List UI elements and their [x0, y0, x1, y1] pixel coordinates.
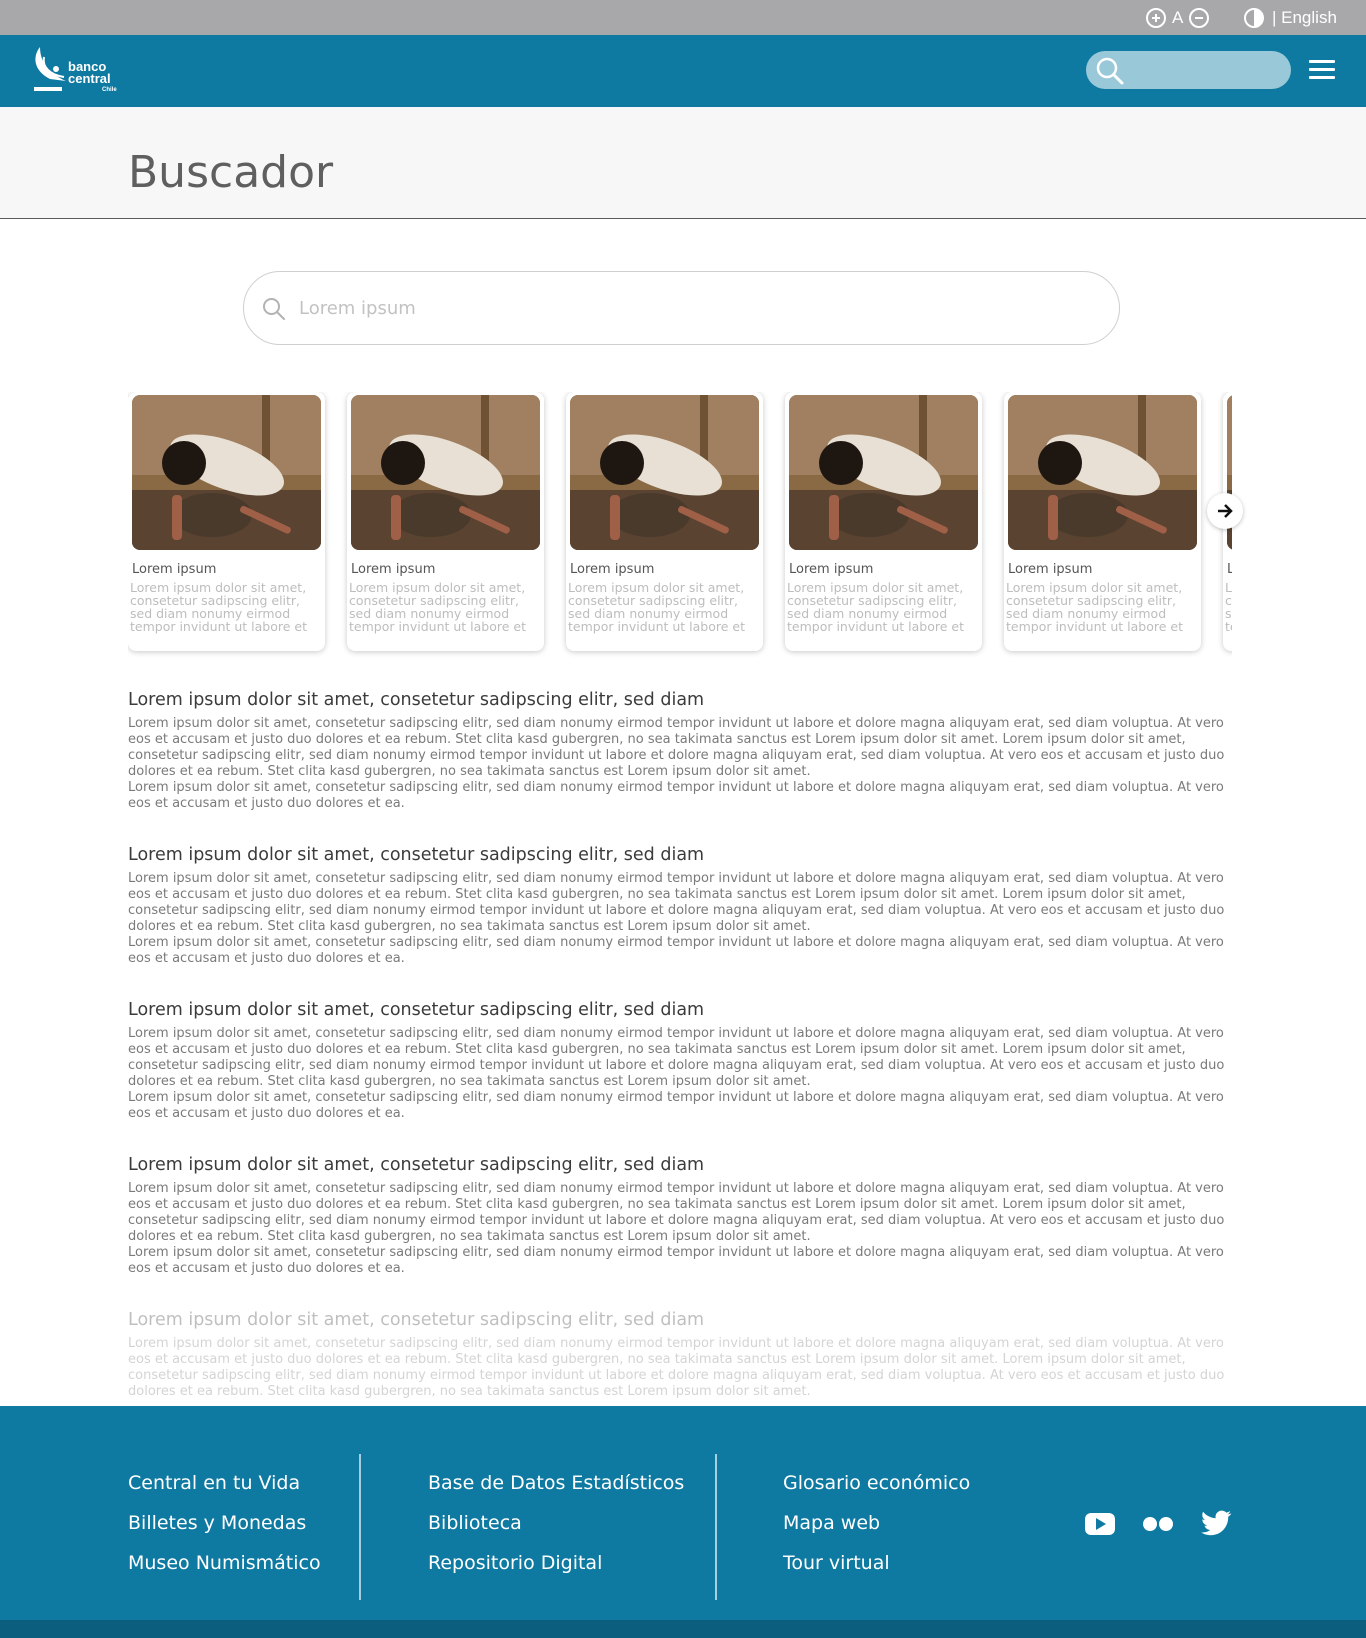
search-input[interactable]	[299, 290, 1079, 326]
card-title: Lorem ipsum	[1008, 562, 1093, 577]
footer-link[interactable]: Repositorio Digital	[428, 1552, 684, 1592]
zoom-in-icon[interactable]	[1146, 7, 1166, 28]
footer-link[interactable]: Base de Datos Estadísticos	[428, 1472, 684, 1512]
logo-sub: Chile	[102, 87, 117, 93]
card-title: Lorem ipsum	[1227, 562, 1232, 577]
card-description: Lorem ipsum dolor sit amet, consetetur s…	[130, 580, 308, 634]
language-link[interactable]: | English	[1272, 8, 1337, 28]
result-body: Lorem ipsum dolor sit amet, consetetur s…	[128, 1026, 1233, 1122]
search-result: Lorem ipsum dolor sit amet, consetetur s…	[128, 845, 1233, 967]
footer-link[interactable]: Tour virtual	[783, 1552, 970, 1592]
logo-line2: central	[68, 71, 111, 86]
carousel-card[interactable]: Lorem ipsum Lorem ipsum dolor sit amet, c…	[566, 392, 763, 651]
image-carousel: Lorem ipsum Lorem ipsum dolor sit amet, c…	[128, 392, 1232, 662]
footer-column-3: Glosario económico Mapa web Tour virtual	[783, 1472, 970, 1592]
footer-column-1: Central en tu Vida Billetes y Monedas Mu…	[128, 1472, 321, 1592]
carousel-card[interactable]: Lorem ipsum Lorem ipsum dolor sit amet, c…	[128, 392, 325, 651]
result-paragraph: Lorem ipsum dolor sit amet, consetetur s…	[128, 1026, 1225, 1089]
youtube-icon[interactable]	[1084, 1512, 1116, 1536]
footer-bottom-bar	[0, 1620, 1366, 1638]
result-title[interactable]: Lorem ipsum dolor sit amet, consetetur s…	[128, 845, 1233, 865]
result-paragraph: Lorem ipsum dolor sit amet, consetetur s…	[128, 1245, 1224, 1276]
header: banco central Chile	[0, 35, 1366, 107]
zoom-out-icon[interactable]	[1189, 7, 1210, 28]
footer-divider	[715, 1454, 717, 1600]
card-description: Lorem ipsum dolor sit amet, consetetur s…	[349, 580, 527, 634]
card-title: Lorem ipsum	[789, 562, 874, 577]
utility-bar: A | English	[0, 0, 1366, 35]
result-paragraph: Lorem ipsum dolor sit amet, consetetur s…	[128, 1090, 1224, 1121]
result-paragraph: Lorem ipsum dolor sit amet, consetetur s…	[128, 1181, 1225, 1244]
page-title: Buscador	[128, 147, 334, 198]
result-body: Lorem ipsum dolor sit amet, consetetur s…	[128, 1181, 1233, 1277]
contrast-language-controls: | English	[1244, 0, 1337, 35]
result-paragraph: Lorem ipsum dolor sit amet, consetetur s…	[128, 871, 1225, 934]
twitter-icon[interactable]	[1200, 1510, 1232, 1538]
card-title: Lorem ipsum	[132, 562, 217, 577]
result-paragraph: Lorem ipsum dolor sit amet, consetetur s…	[128, 780, 1224, 811]
card-image	[789, 395, 978, 550]
search-result: Lorem ipsum dolor sit amet, consetetur s…	[128, 1000, 1233, 1122]
footer-link[interactable]: Central en tu Vida	[128, 1472, 321, 1512]
footer-link[interactable]: Glosario económico	[783, 1472, 970, 1512]
logo-mark-icon	[34, 47, 66, 91]
flickr-icon[interactable]	[1142, 1516, 1174, 1532]
header-search[interactable]	[1086, 51, 1291, 89]
footer-link[interactable]: Mapa web	[783, 1512, 970, 1552]
footer-link[interactable]: Biblioteca	[428, 1512, 684, 1552]
search-icon	[1096, 57, 1124, 85]
logo[interactable]: banco central Chile	[30, 43, 125, 99]
main-search-box[interactable]	[243, 271, 1120, 345]
card-image	[351, 395, 540, 550]
font-size-controls: A	[1146, 0, 1210, 35]
footer-link[interactable]: Museo Numismático	[128, 1552, 321, 1592]
result-paragraph: Lorem ipsum dolor sit amet, consetetur s…	[128, 1336, 1225, 1399]
search-result: Lorem ipsum dolor sit amet, consetetur s…	[128, 690, 1233, 812]
logo-text: banco central	[68, 60, 111, 86]
menu-icon[interactable]	[1309, 60, 1335, 80]
result-paragraph: Lorem ipsum dolor sit amet, consetetur s…	[128, 716, 1225, 779]
footer: Central en tu Vida Billetes y Monedas Mu…	[0, 1406, 1366, 1620]
footer-column-2: Base de Datos Estadísticos Biblioteca Re…	[428, 1472, 684, 1592]
footer-link[interactable]: Billetes y Monedas	[128, 1512, 321, 1552]
result-title[interactable]: Lorem ipsum dolor sit amet, consetetur s…	[128, 1000, 1233, 1020]
carousel-next-button[interactable]	[1207, 493, 1243, 529]
carousel-card[interactable]: Lorem ipsum Lorem ipsum dolor sit amet, c…	[785, 392, 982, 651]
result-title[interactable]: Lorem ipsum dolor sit amet, consetetur s…	[128, 690, 1233, 710]
title-band: Buscador	[0, 107, 1366, 219]
carousel-card[interactable]: Lorem ipsum Lorem ipsum dolor sit amet, c…	[1004, 392, 1201, 651]
arrow-right-icon	[1218, 504, 1233, 518]
result-body: Lorem ipsum dolor sit amet, consetetur s…	[128, 871, 1233, 967]
card-image	[132, 395, 321, 550]
search-result: Lorem ipsum dolor sit amet, consetetur s…	[128, 1310, 1233, 1400]
card-title: Lorem ipsum	[351, 562, 436, 577]
footer-divider	[359, 1454, 361, 1600]
card-image	[1008, 395, 1197, 550]
result-title[interactable]: Lorem ipsum dolor sit amet, consetetur s…	[128, 1310, 1233, 1330]
card-image	[570, 395, 759, 550]
card-title: Lorem ipsum	[570, 562, 655, 577]
search-result: Lorem ipsum dolor sit amet, consetetur s…	[128, 1155, 1233, 1277]
result-title[interactable]: Lorem ipsum dolor sit amet, consetetur s…	[128, 1155, 1233, 1175]
card-description: Lorem ipsum dolor sit amet, consetetur s…	[568, 580, 746, 634]
result-body: Lorem ipsum dolor sit amet, consetetur s…	[128, 716, 1233, 812]
carousel-card[interactable]: Lorem ipsum Lorem ipsum dolor sit amet, c…	[347, 392, 544, 651]
search-results: Lorem ipsum dolor sit amet, consetetur s…	[128, 690, 1233, 1402]
contrast-icon[interactable]	[1244, 7, 1264, 28]
card-description: Lorem ipsum dolor sit amet, consetetur s…	[1225, 580, 1232, 634]
result-body: Lorem ipsum dolor sit amet, consetetur s…	[128, 1336, 1233, 1400]
result-paragraph: Lorem ipsum dolor sit amet, consetetur s…	[128, 935, 1224, 966]
card-description: Lorem ipsum dolor sit amet, consetetur s…	[787, 580, 965, 634]
search-icon	[263, 298, 285, 320]
card-description: Lorem ipsum dolor sit amet, consetetur s…	[1006, 580, 1184, 634]
font-size-label: A	[1172, 7, 1184, 27]
